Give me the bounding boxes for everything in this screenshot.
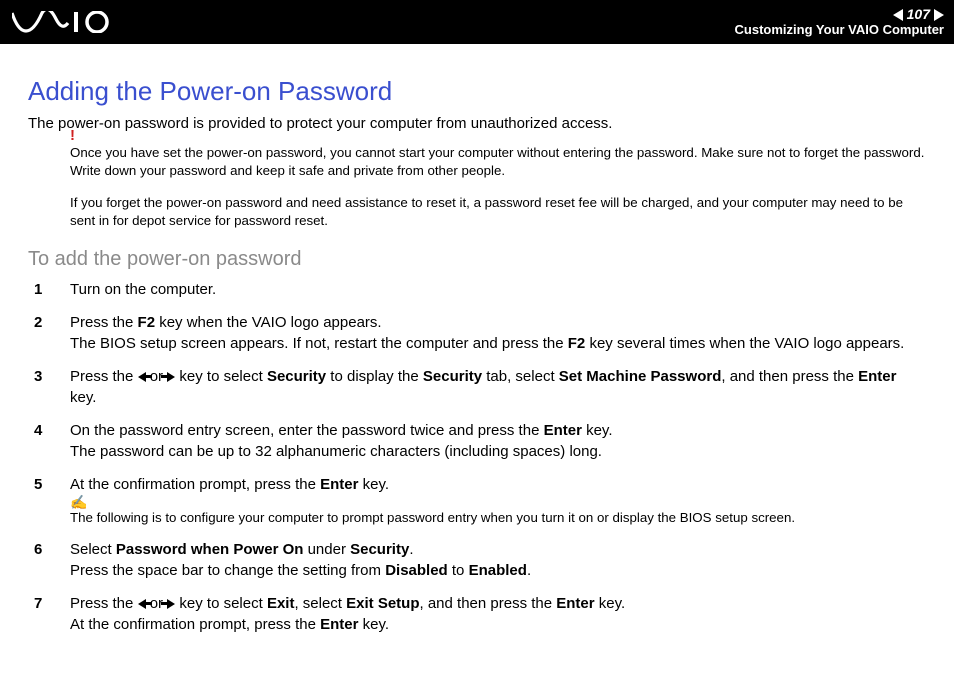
arrow-right-icon	[167, 372, 175, 382]
arrow-left-icon	[138, 372, 146, 382]
bold-security: Security	[267, 368, 326, 385]
key-enter: Enter	[858, 368, 896, 385]
prev-page-icon[interactable]	[893, 9, 903, 21]
steps-list: Turn on the computer. Press the F2 key w…	[28, 279, 926, 635]
step-text: At the confirmation prompt, press the	[70, 476, 320, 493]
section-label: Customizing Your VAIO Computer	[735, 23, 944, 37]
step-text: On the password entry screen, enter the …	[70, 422, 544, 439]
step-text: key to select	[175, 368, 267, 385]
page-content: Adding the Power-on Password The power-o…	[0, 44, 954, 687]
bold-exit-setup: Exit Setup	[346, 595, 419, 612]
step-text: At the confirmation prompt, press the	[70, 616, 320, 633]
bold-security: Security	[350, 541, 409, 558]
step-text: key several times when the VAIO logo app…	[585, 335, 904, 352]
step-text: Turn on the computer.	[70, 281, 216, 298]
warning-text-2: If you forget the power-on password and …	[70, 195, 903, 228]
step-text: , select	[294, 595, 346, 612]
step-6: Select Password when Power On under Secu…	[28, 539, 926, 581]
step-text: The password can be up to 32 alphanumeri…	[70, 443, 602, 460]
step-text: to	[448, 562, 469, 579]
subsection-title: To add the power-on password	[28, 248, 926, 271]
key-enter: Enter	[320, 616, 358, 633]
step-text: Select	[70, 541, 116, 558]
step-text: key.	[358, 476, 389, 493]
bold-enabled: Enabled	[469, 562, 527, 579]
step-text: Press the	[70, 314, 138, 331]
step-text: tab, select	[482, 368, 559, 385]
tip-text: The following is to configure your compu…	[70, 510, 795, 525]
page-nav: 107	[893, 7, 944, 22]
warning-note-2: If you forget the power-on password and …	[70, 194, 926, 230]
header-right: 107 Customizing Your VAIO Computer	[735, 7, 944, 37]
step-text: , and then press the	[721, 368, 858, 385]
warning-note-1: ! Once you have set the power-on passwor…	[70, 144, 926, 180]
step-text: Press the	[70, 368, 138, 385]
step-text: key when the VAIO logo appears.	[155, 314, 382, 331]
step-text: The BIOS setup screen appears. If not, r…	[70, 335, 568, 352]
arrow-left-icon	[138, 599, 146, 609]
step-text: key.	[358, 616, 389, 633]
step-3: Press the or key to select Security to d…	[28, 366, 926, 408]
next-page-icon[interactable]	[934, 9, 944, 21]
key-enter: Enter	[320, 476, 358, 493]
step-1: Turn on the computer.	[28, 279, 926, 300]
step-text: key.	[582, 422, 613, 439]
step-5: At the confirmation prompt, press the En…	[28, 474, 926, 527]
bold-disabled: Disabled	[385, 562, 448, 579]
page-title: Adding the Power-on Password	[28, 76, 926, 107]
step-text: key.	[595, 595, 626, 612]
warning-icon: !	[70, 126, 75, 146]
step-2: Press the F2 key when the VAIO logo appe…	[28, 312, 926, 354]
key-f2: F2	[138, 314, 156, 331]
arrow-right-icon	[167, 599, 175, 609]
key-enter: Enter	[544, 422, 582, 439]
key-enter: Enter	[556, 595, 594, 612]
step-text: .	[409, 541, 413, 558]
header-bar: 107 Customizing Your VAIO Computer	[0, 0, 954, 44]
step-text: under	[303, 541, 350, 558]
intro-text: The power-on password is provided to pro…	[28, 115, 926, 132]
tip-note: ✍ The following is to configure your com…	[70, 509, 926, 527]
step-4: On the password entry screen, enter the …	[28, 420, 926, 462]
step-text: , and then press the	[420, 595, 557, 612]
warning-text-1: Once you have set the power-on password,…	[70, 145, 924, 178]
step-text: key to select	[175, 595, 267, 612]
step-text: Press the	[70, 595, 138, 612]
bold-exit: Exit	[267, 595, 295, 612]
bold-security: Security	[423, 368, 482, 385]
step-text: to display the	[326, 368, 423, 385]
step-text: key.	[70, 389, 96, 406]
page-number: 107	[907, 7, 930, 22]
step-text: Press the space bar to change the settin…	[70, 562, 385, 579]
vaio-logo	[12, 0, 122, 44]
step-text: .	[527, 562, 531, 579]
step-7: Press the or key to select Exit, select …	[28, 593, 926, 635]
bold-password-on: Password when Power On	[116, 541, 304, 558]
key-f2: F2	[568, 335, 586, 352]
bold-set-machine: Set Machine Password	[559, 368, 722, 385]
tip-icon: ✍	[70, 493, 87, 512]
